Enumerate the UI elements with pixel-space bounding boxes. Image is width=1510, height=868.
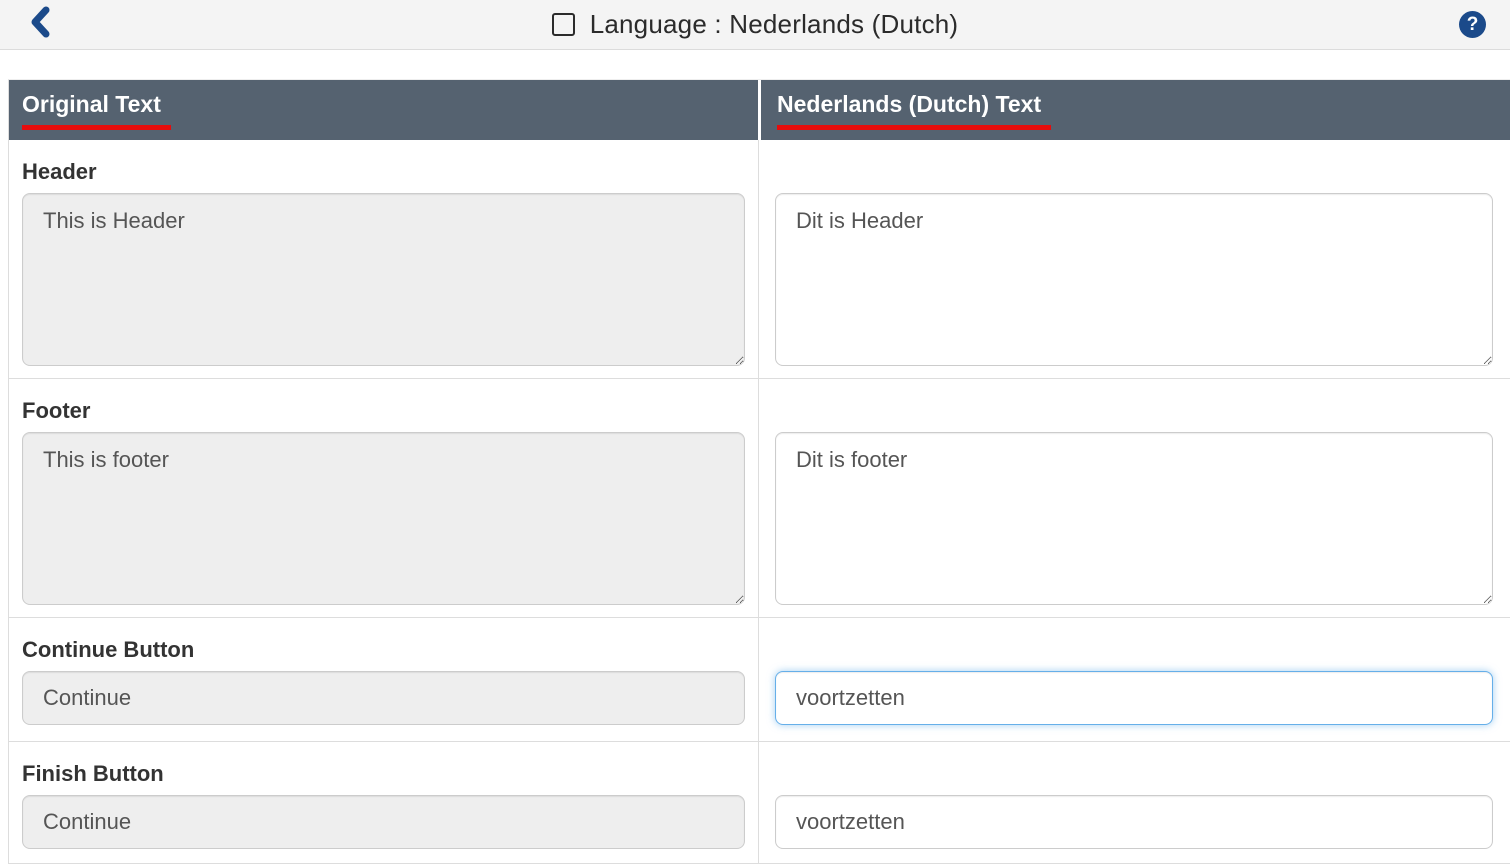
translated-cell-header: Dit is Header [759, 140, 1510, 378]
original-cell-footer: Footer This is footer [9, 379, 759, 617]
translated-cell-finish-button [759, 742, 1510, 863]
original-continue-input [22, 671, 745, 725]
row-label: Finish Button [22, 761, 758, 787]
language-checkbox[interactable] [552, 13, 575, 36]
label-spacer [775, 637, 1510, 663]
column-header-translated: Nederlands (Dutch) Text [761, 80, 1510, 140]
back-button[interactable] [28, 0, 52, 49]
column-header-original-label: Original Text [22, 91, 171, 130]
translated-footer-textarea[interactable]: Dit is footer [775, 432, 1493, 605]
table-header-row: Original Text Nederlands (Dutch) Text [9, 80, 1510, 140]
translated-finish-input[interactable] [775, 795, 1493, 849]
original-cell-continue-button: Continue Button [9, 618, 759, 741]
page-title: Language : Nederlands (Dutch) [590, 9, 959, 40]
translated-header-textarea[interactable]: Dit is Header [775, 193, 1493, 366]
translation-table: Original Text Nederlands (Dutch) Text He… [8, 79, 1510, 864]
row-label: Footer [22, 398, 758, 424]
question-mark-icon: ? [1467, 14, 1479, 36]
translated-cell-continue-button [759, 618, 1510, 741]
label-spacer [775, 398, 1510, 424]
translated-cell-footer: Dit is footer [759, 379, 1510, 617]
table-row: Finish Button [9, 742, 1510, 864]
column-header-original: Original Text [9, 80, 758, 140]
label-spacer [775, 159, 1510, 185]
chevron-left-icon [28, 6, 52, 43]
title-group: Language : Nederlands (Dutch) [552, 9, 959, 40]
column-header-translated-label: Nederlands (Dutch) Text [777, 91, 1051, 130]
translated-continue-input[interactable] [775, 671, 1493, 725]
table-row: Footer This is footer Dit is footer [9, 379, 1510, 618]
top-bar: Language : Nederlands (Dutch) ? [0, 0, 1510, 50]
original-cell-finish-button: Finish Button [9, 742, 759, 863]
original-footer-textarea[interactable]: This is footer [22, 432, 745, 605]
table-row: Continue Button [9, 618, 1510, 742]
help-button[interactable]: ? [1459, 11, 1486, 38]
label-spacer [775, 761, 1510, 787]
original-header-textarea[interactable]: This is Header [22, 193, 745, 366]
table-row: Header This is Header Dit is Header [9, 140, 1510, 379]
row-label: Header [22, 159, 758, 185]
original-cell-header: Header This is Header [9, 140, 759, 378]
row-label: Continue Button [22, 637, 758, 663]
original-finish-input [22, 795, 745, 849]
